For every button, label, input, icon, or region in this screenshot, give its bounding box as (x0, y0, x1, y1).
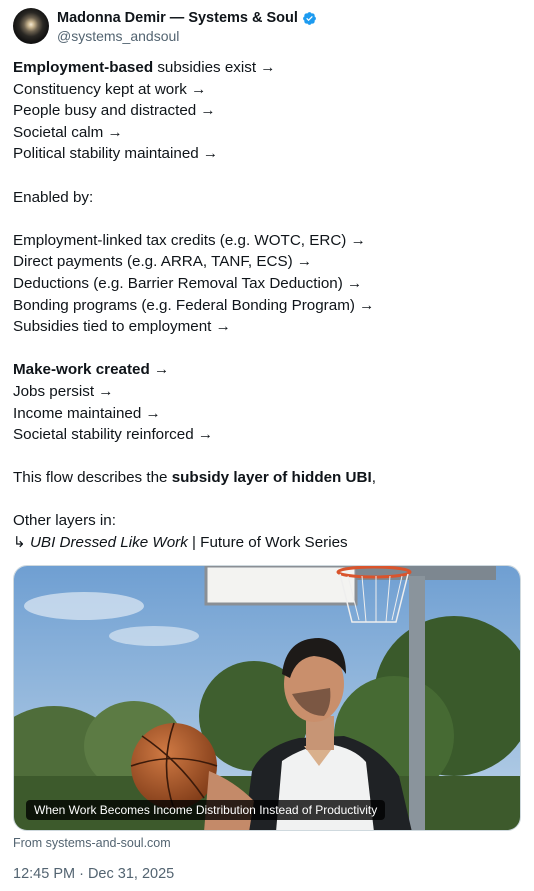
text-line: Employment-linked tax credits (e.g. WOTC… (13, 231, 366, 249)
author-name[interactable]: Madonna Demir — Systems & Soul (57, 9, 298, 27)
author-name-row: Madonna Demir — Systems & Soul (57, 9, 317, 27)
text-line: Direct payments (e.g. ARRA, TANF, ECS) → (13, 253, 313, 271)
card-caption: When Work Becomes Income Distribution In… (26, 800, 386, 820)
text-segment: subsidies exist → (153, 59, 276, 76)
post-timestamp[interactable]: 12:45 PM · Dec 31, 2025 (13, 866, 174, 882)
card-source[interactable]: From systems-and-soul.com (13, 836, 171, 850)
bold-text: Make-work created (13, 361, 150, 379)
text-segment: , (371, 469, 376, 487)
text-line: People busy and distracted → (13, 102, 216, 120)
bold-text: Employment-based (13, 59, 154, 76)
text-line: Jobs persist → (13, 382, 114, 400)
text-line: Other layers in: (13, 512, 116, 530)
text-segment: | Future of Work Series (187, 534, 348, 552)
avatar[interactable] (13, 8, 49, 44)
text-line: Subsidies tied to employment → (13, 318, 231, 336)
text-line: Enabled by: (13, 188, 94, 206)
text-line: Constituency kept at work → (13, 80, 207, 98)
text-line: Bonding programs (e.g. Federal Bonding P… (13, 296, 375, 314)
text-segment: → (149, 361, 170, 379)
text-line: This flow describes the subsidy layer of… (13, 467, 525, 489)
reply-arrow-icon: ↳ (13, 534, 26, 552)
text-line: Income maintained → (13, 404, 161, 422)
text-line: Employment-based subsidies exist → (13, 57, 525, 79)
text-line: Make-work created → (13, 359, 525, 381)
link-card[interactable]: When Work Becomes Income Distribution In… (13, 565, 521, 831)
author-handle[interactable]: @systems_andsoul (57, 28, 179, 45)
verified-badge-icon[interactable] (302, 11, 317, 26)
text-line: Deductions (e.g. Barrier Removal Tax Ded… (13, 274, 363, 292)
text-line: ↳ UBI Dressed Like Work | Future of Work… (13, 532, 525, 554)
text-line: Societal stability reinforced → (13, 426, 214, 444)
post-text: Employment-based subsidies exist → Const… (13, 57, 525, 554)
series-link[interactable]: UBI Dressed Like Work (30, 534, 188, 551)
text-line: Societal calm → (13, 123, 123, 141)
card-image (14, 566, 520, 830)
text-line: Political stability maintained → (13, 145, 219, 163)
post-header: Madonna Demir — Systems & Soul @systems_… (13, 8, 523, 48)
text-segment: This flow describes the (13, 469, 172, 487)
bold-text: subsidy layer of hidden UBI (171, 469, 372, 487)
